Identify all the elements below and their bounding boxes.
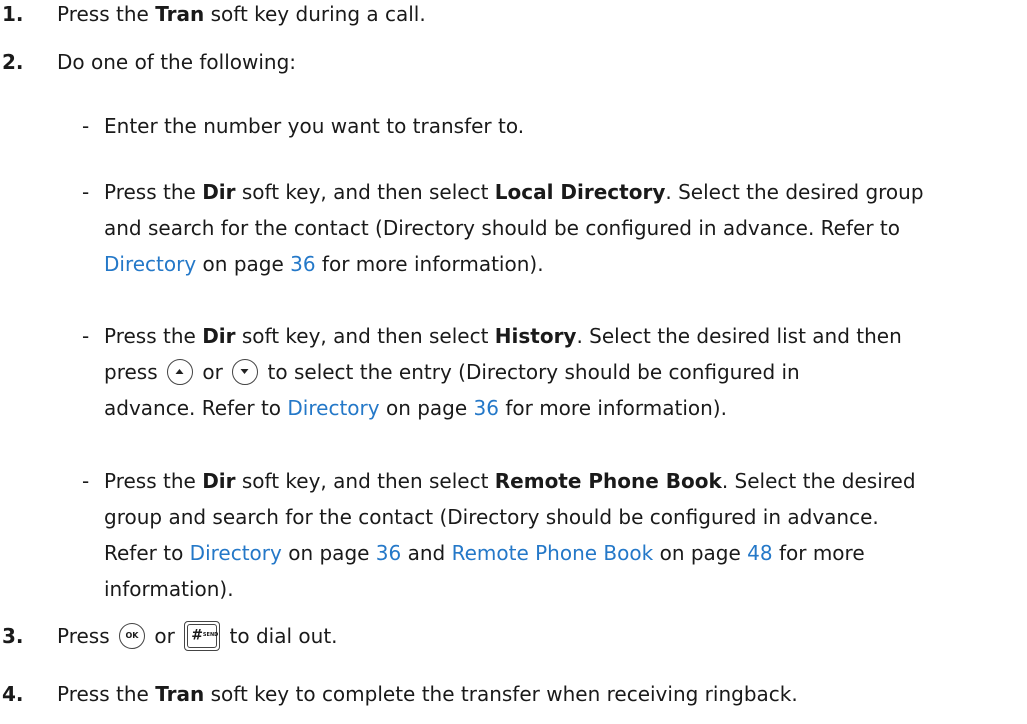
page-link[interactable]: 36 — [290, 252, 315, 276]
page-link[interactable]: 36 — [474, 396, 499, 420]
dir-softkey-label: Dir — [202, 469, 236, 493]
dir-softkey-label: Dir — [202, 180, 236, 204]
step-text: Press the Tran soft key during a call. — [57, 2, 426, 26]
step-number: 3. — [2, 624, 24, 648]
step-text: Do one of the following: — [57, 50, 297, 74]
bullet-dash: - — [82, 469, 90, 493]
step-text: Press OK or #SEND to dial out. — [57, 620, 338, 651]
option-text: Enter the number you want to transfer to… — [104, 114, 525, 138]
document-page: 1. Press the Tran soft key during a call… — [0, 0, 1027, 724]
tran-softkey-label: Tran — [155, 682, 205, 706]
option-text-line: Press the Dir soft key, and then select … — [104, 469, 916, 493]
step-number: 4. — [2, 682, 24, 706]
ok-key-icon: OK — [119, 622, 145, 649]
bullet-dash: - — [82, 114, 90, 138]
dir-softkey-label: Dir — [202, 324, 236, 348]
step-text: Press the Tran soft key to complete the … — [57, 682, 798, 706]
directory-link[interactable]: Directory — [190, 541, 282, 565]
option-text-line: Press the Dir soft key, and then select … — [104, 324, 902, 348]
option-text-line: information). — [104, 577, 234, 601]
local-directory-label: Local Directory — [494, 180, 666, 204]
down-arrow-key-icon — [232, 358, 259, 385]
directory-link[interactable]: Directory — [104, 252, 196, 276]
option-text-line: advance. Refer to Directory on page 36 f… — [104, 396, 727, 420]
up-arrow-key-icon — [166, 358, 193, 385]
tran-softkey-label: Tran — [155, 2, 205, 26]
step-number: 1. — [2, 2, 24, 26]
send-key-icon: #SEND — [184, 620, 221, 651]
page-link[interactable]: 36 — [376, 541, 401, 565]
option-text-line: Directory on page 36 for more informatio… — [104, 252, 544, 276]
bullet-dash: - — [82, 180, 90, 204]
page-link[interactable]: 48 — [747, 541, 772, 565]
directory-link[interactable]: Directory — [287, 396, 379, 420]
step-number: 2. — [2, 50, 24, 74]
option-text-line: Press the Dir soft key, and then select … — [104, 180, 924, 204]
option-text-line: and search for the contact (Directory sh… — [104, 216, 900, 240]
history-label: History — [494, 324, 577, 348]
option-text-line: Refer to Directory on page 36 and Remote… — [104, 541, 865, 565]
bullet-dash: - — [82, 324, 90, 348]
remote-phone-book-link[interactable]: Remote Phone Book — [452, 541, 654, 565]
remote-phone-book-label: Remote Phone Book — [494, 469, 722, 493]
option-text-line: press or to select the entry (Directory … — [104, 358, 800, 385]
option-text-line: group and search for the contact (Direct… — [104, 505, 879, 529]
